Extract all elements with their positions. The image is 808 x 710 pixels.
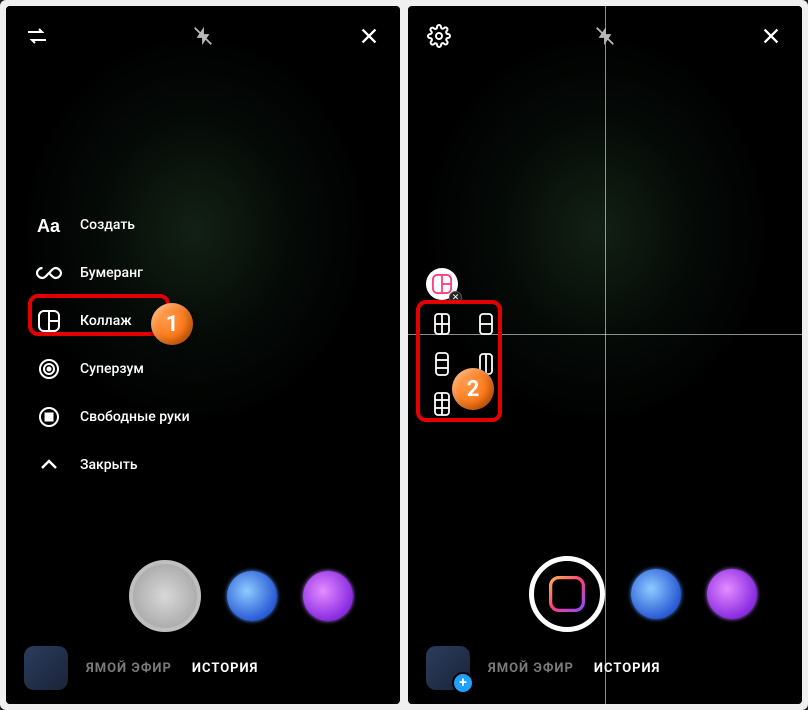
- phone-left: Aa Создать Бумеранг: [6, 6, 400, 704]
- mode-label: Создать: [80, 217, 135, 233]
- nav-row: ЯМОЙ ЭФИР ИСТОРИЯ: [6, 646, 400, 690]
- mode-boomerang[interactable]: Бумеранг: [36, 259, 190, 287]
- effect-filter-2[interactable]: [303, 571, 353, 621]
- mode-label: Суперзум: [80, 361, 144, 377]
- layout-option-2x2[interactable]: [432, 310, 452, 338]
- nav-live[interactable]: ЯМОЙ ЭФИР: [86, 661, 172, 676]
- shutter-button[interactable]: [129, 560, 201, 632]
- mode-close[interactable]: Закрыть: [36, 451, 190, 479]
- flash-off-icon[interactable]: [592, 23, 618, 49]
- flash-off-icon[interactable]: [190, 23, 216, 49]
- gallery-thumbnail[interactable]: [24, 646, 68, 690]
- layout-option-1x3[interactable]: [432, 350, 452, 378]
- nav-story[interactable]: ИСТОРИЯ: [192, 661, 258, 676]
- mode-label: Свободные руки: [80, 409, 190, 425]
- close-icon[interactable]: [356, 23, 382, 49]
- layout-bubble-icon[interactable]: ✕: [426, 268, 458, 300]
- layout-icon: [36, 308, 62, 334]
- mode-layout[interactable]: Коллаж: [36, 307, 190, 335]
- bottom-controls: ЯМОЙ ЭФИР ИСТОРИЯ: [408, 534, 802, 704]
- mode-superzoom[interactable]: Суперзум: [36, 355, 190, 383]
- top-bar: [408, 6, 802, 66]
- layout-option-empty: [476, 390, 496, 418]
- phone-right: ✕: [408, 6, 802, 704]
- filter-strip: [6, 560, 400, 632]
- mode-label: Коллаж: [80, 313, 132, 329]
- layout-option-2x1[interactable]: [476, 350, 496, 378]
- infinity-icon: [36, 260, 62, 286]
- bottom-controls: ЯМОЙ ЭФИР ИСТОРИЯ: [6, 534, 400, 704]
- mode-handsfree[interactable]: Свободные руки: [36, 403, 190, 431]
- target-icon: [36, 356, 62, 382]
- settings-gear-icon[interactable]: [426, 23, 452, 49]
- layout-bubble-close-icon[interactable]: ✕: [449, 291, 462, 304]
- effect-filter-1[interactable]: [631, 569, 681, 619]
- layout-option-1x2[interactable]: [476, 310, 496, 338]
- gallery-thumbnail[interactable]: [426, 646, 470, 690]
- chevron-up-icon: [36, 452, 62, 478]
- mode-create[interactable]: Aa Создать: [36, 211, 190, 239]
- mode-label: Бумеранг: [80, 265, 143, 281]
- nav-row: ЯМОЙ ЭФИР ИСТОРИЯ: [408, 646, 802, 690]
- stop-square-icon: [36, 404, 62, 430]
- mode-label: Закрыть: [80, 457, 138, 473]
- text-icon: Aa: [36, 212, 62, 238]
- layout-option-2x3[interactable]: [432, 390, 452, 418]
- effect-filter-1[interactable]: [227, 571, 277, 621]
- tutorial-frame: Aa Создать Бумеранг: [0, 0, 808, 710]
- close-icon[interactable]: [758, 23, 784, 49]
- camera-mode-menu: Aa Создать Бумеранг: [36, 211, 190, 479]
- nav-story[interactable]: ИСТОРИЯ: [594, 661, 660, 676]
- nav-live[interactable]: ЯМОЙ ЭФИР: [488, 661, 574, 676]
- effect-filter-2[interactable]: [707, 569, 757, 619]
- svg-text:Aa: Aa: [37, 216, 61, 236]
- switch-camera-icon[interactable]: [24, 23, 50, 49]
- filter-strip: [408, 556, 802, 632]
- shutter-button-layout[interactable]: [529, 556, 605, 632]
- top-bar: [6, 6, 400, 66]
